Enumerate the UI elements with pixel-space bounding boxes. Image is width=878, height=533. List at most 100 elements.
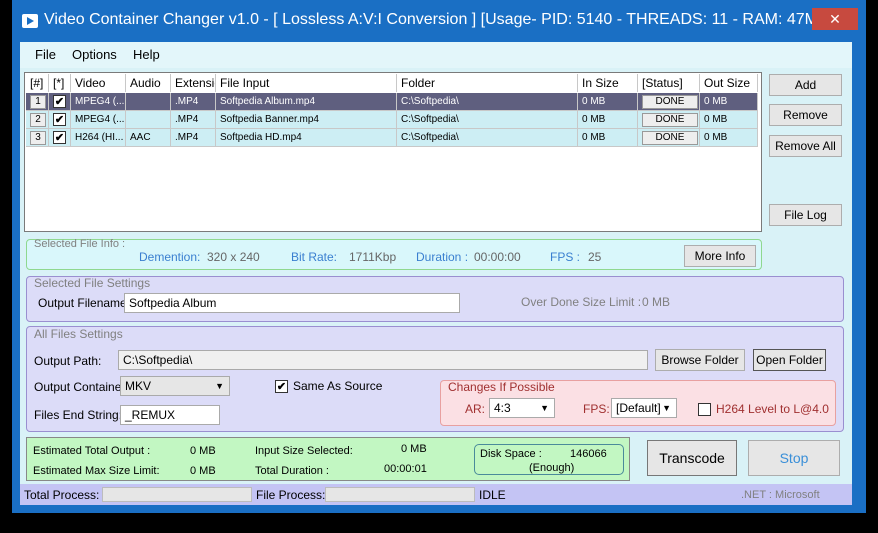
net-label: .NET : Microsoft [741, 489, 820, 501]
cell-file: Softpedia HD.mp4 [216, 129, 397, 147]
cell-folder: C:\Softpedia\ [397, 129, 578, 147]
file-progress-bar [325, 487, 475, 502]
cell-audio [126, 111, 171, 129]
col-num[interactable]: [#] [26, 74, 49, 92]
status-state: IDLE [479, 488, 506, 502]
duration-label: Duration : [416, 250, 469, 264]
total-process-label: Total Process: [24, 488, 100, 502]
cell-video: H264 (HI... [71, 129, 126, 147]
cell-num[interactable]: 3 [26, 129, 49, 147]
input-size-label: Input Size Selected: [255, 445, 353, 457]
total-progress-bar [102, 487, 252, 502]
row-checkbox[interactable]: ✔ [53, 113, 66, 126]
same-as-source-checkbox[interactable]: ✔ [275, 380, 288, 393]
cell-in: 0 MB [578, 111, 638, 129]
cell-checked[interactable]: ✔ [49, 111, 71, 129]
table-row[interactable]: 2 ✔ MPEG4 (... .MP4 Softpedia Banner.mp4 C:\S… [26, 111, 758, 129]
cell-audio [126, 93, 171, 111]
fps-select[interactable]: [Default] ▼ [611, 398, 677, 418]
output-filename-input[interactable]: Softpedia Album [124, 293, 460, 313]
cell-status[interactable]: DONE [638, 111, 700, 129]
col-status[interactable]: [Status] [638, 74, 700, 92]
status-button[interactable]: DONE [642, 95, 698, 109]
menu-help[interactable]: Help [133, 47, 160, 62]
menu-options[interactable]: Options [72, 47, 117, 62]
open-folder-button[interactable]: Open Folder [753, 349, 826, 371]
output-path-input[interactable]: C:\Softpedia\ [118, 350, 648, 370]
col-insize[interactable]: In Size [578, 74, 638, 92]
fps-select-value: [Default] [616, 401, 661, 415]
row-checkbox[interactable]: ✔ [53, 131, 66, 144]
col-audio[interactable]: Audio [126, 74, 171, 92]
browse-folder-button[interactable]: Browse Folder [655, 349, 745, 371]
cell-num[interactable]: 2 [26, 111, 49, 129]
row-checkbox[interactable]: ✔ [53, 95, 66, 108]
table-row[interactable]: 3 ✔ H264 (HI... AAC .MP4 Softpedia HD.mp4 C:\S… [26, 129, 758, 147]
cell-out: 0 MB [700, 129, 758, 147]
cell-num[interactable]: 1 [26, 93, 49, 111]
status-button[interactable]: DONE [642, 113, 698, 127]
menu-file[interactable]: File [35, 47, 56, 62]
ar-select[interactable]: 4:3 ▼ [489, 398, 555, 418]
cell-ext: .MP4 [171, 93, 216, 111]
chevron-down-icon: ▼ [215, 381, 224, 391]
cell-out: 0 MB [700, 111, 758, 129]
chevron-down-icon: ▼ [662, 403, 671, 413]
list-header: [#] [*] Video Audio Extensio File Input … [26, 74, 758, 92]
limit-label: Over Done Size Limit : [521, 295, 642, 309]
bitrate-value: 1711Kbp [349, 250, 397, 264]
col-outsize[interactable]: Out Size [700, 74, 758, 92]
info-title: Selected File Info : [34, 238, 126, 250]
status-button[interactable]: DONE [642, 131, 698, 145]
dim-label: Demention: [139, 250, 201, 264]
fps-value: 25 [588, 250, 602, 264]
end-string-input[interactable]: _REMUX [120, 405, 220, 425]
fps-label: FPS : [550, 250, 581, 264]
file-process-label: File Process: [256, 488, 326, 502]
cell-status[interactable]: DONE [638, 129, 700, 147]
remove-all-button[interactable]: Remove All [769, 135, 842, 157]
disk-space-state: (Enough) [529, 462, 575, 474]
output-container-select[interactable]: MKV ▼ [120, 376, 230, 396]
same-as-source-label: Same As Source [293, 379, 383, 393]
cell-file: Softpedia Album.mp4 [216, 93, 397, 111]
col-check[interactable]: [*] [49, 74, 71, 92]
cell-video: MPEG4 (... [71, 111, 126, 129]
path-label: Output Path: [34, 354, 102, 368]
cell-status[interactable]: DONE [638, 93, 700, 111]
col-ext[interactable]: Extensio [171, 74, 216, 92]
cell-folder: C:\Softpedia\ [397, 93, 578, 111]
est-max-value: 0 MB [190, 465, 216, 477]
total-duration-label: Total Duration : [255, 465, 329, 477]
end-string-label: Files End String: [34, 408, 123, 422]
stop-button[interactable]: Stop [748, 440, 840, 476]
col-file[interactable]: File Input [216, 74, 397, 92]
close-button[interactable]: ✕ [812, 8, 858, 30]
est-max-label: Estimated Max Size Limit: [33, 465, 160, 477]
window-title: Video Container Changer v1.0 - [ Lossles… [44, 11, 812, 28]
all-title: All Files Settings [34, 327, 123, 341]
container-label: Output Container: [34, 380, 129, 394]
disk-space-label: Disk Space : [480, 448, 542, 460]
cell-in: 0 MB [578, 93, 638, 111]
col-video[interactable]: Video [71, 74, 126, 92]
limit-value: 0 MB [642, 295, 671, 309]
cell-out: 0 MB [700, 93, 758, 111]
col-folder[interactable]: Folder [397, 74, 578, 92]
cell-checked[interactable]: ✔ [49, 129, 71, 147]
changes-title: Changes If Possible [448, 380, 555, 394]
container-value: MKV [125, 379, 152, 393]
transcode-button[interactable]: Transcode [647, 440, 737, 476]
filename-label: Output Filename: [38, 296, 131, 310]
remove-button[interactable]: Remove [769, 104, 842, 126]
fps-change-label: FPS: [583, 402, 610, 416]
cell-ext: .MP4 [171, 111, 216, 129]
table-row[interactable]: 1 ✔ MPEG4 (... .MP4 Softpedia Album.mp4 C:\So… [26, 93, 758, 111]
more-info-button[interactable]: More Info [684, 245, 756, 267]
add-button[interactable]: Add [769, 74, 842, 96]
file-log-button[interactable]: File Log [769, 204, 842, 226]
cell-file: Softpedia Banner.mp4 [216, 111, 397, 129]
h264-checkbox[interactable] [698, 403, 711, 416]
cell-checked[interactable]: ✔ [49, 93, 71, 111]
cell-in: 0 MB [578, 129, 638, 147]
